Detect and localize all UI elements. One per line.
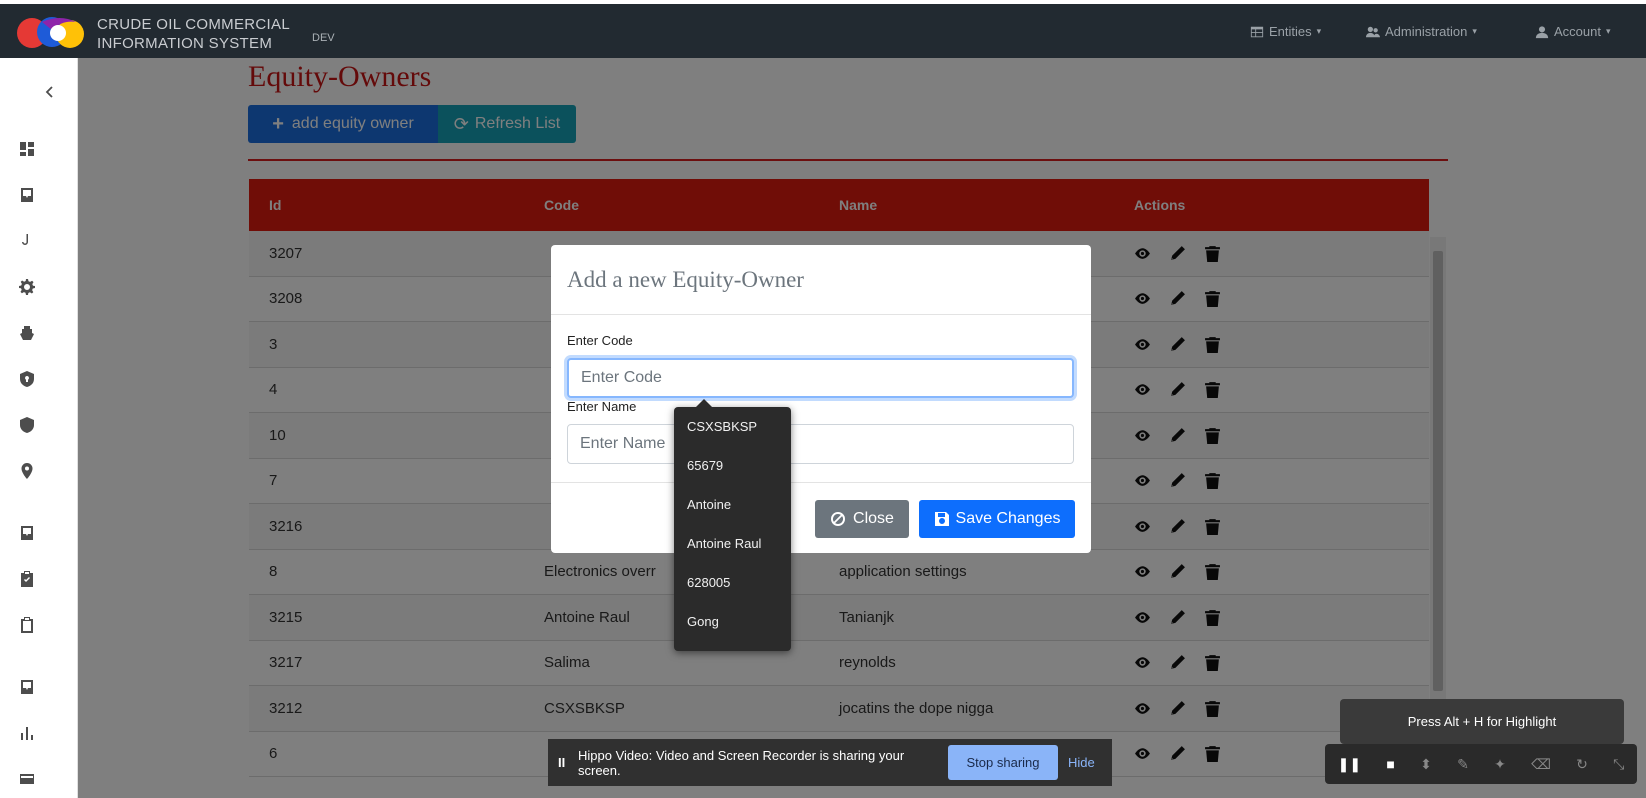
- autocomplete-item[interactable]: Gong: [674, 612, 791, 651]
- code-input[interactable]: [567, 358, 1074, 398]
- caret-down-icon: ▾: [1605, 26, 1611, 36]
- modal-body: Enter Code Enter Name: [551, 315, 1091, 483]
- chevron-left-icon[interactable]: [41, 83, 59, 101]
- bulb-icon[interactable]: ✦: [1494, 756, 1506, 773]
- card-icon[interactable]: [18, 770, 36, 788]
- name-label: Enter Name: [567, 399, 637, 414]
- clipboard-check-icon[interactable]: [18, 570, 36, 588]
- user-icon: [1535, 25, 1549, 38]
- brand-line-2: INFORMATION SYSTEM: [97, 35, 273, 52]
- eraser-icon[interactable]: ⌫: [1531, 756, 1551, 773]
- menu-administration-label: Administration: [1385, 24, 1468, 39]
- menu-administration[interactable]: Administration ▾: [1366, 24, 1477, 39]
- autocomplete-dropdown: CSXSBKSP 65679 Antoine Antoine Raul 628005 Go…: [674, 399, 791, 651]
- menu-entities[interactable]: Entities ▾: [1250, 24, 1321, 39]
- inbox-download-icon[interactable]: [18, 678, 36, 696]
- stop-sharing-button[interactable]: Stop sharing: [948, 745, 1058, 780]
- mouse-icon[interactable]: ⬍: [1420, 756, 1432, 773]
- recording-toolbar: ❚❚ ■ ⬍ ✎ ✦ ⌫ ↻ ⤡: [1325, 744, 1637, 784]
- bar-chart-icon[interactable]: [18, 724, 36, 742]
- screen-sharing-bar: II Hippo Video: Video and Screen Recorde…: [548, 739, 1112, 786]
- close-button[interactable]: Close: [815, 500, 909, 538]
- modal-header: Add a new Equity-Owner: [551, 245, 1091, 315]
- code-label: Enter Code: [567, 333, 633, 348]
- table-icon: [1250, 26, 1264, 37]
- company-logo[interactable]: [12, 12, 94, 54]
- sidebar: [0, 58, 78, 798]
- pen-icon[interactable]: ✎: [1457, 756, 1469, 773]
- pause-icon[interactable]: II: [558, 755, 570, 770]
- clipboard-icon[interactable]: [18, 616, 36, 634]
- caret-down-icon: ▾: [1316, 26, 1322, 36]
- add-equity-owner-modal: Add a new Equity-Owner Enter Code Enter …: [551, 245, 1091, 553]
- autocomplete-item[interactable]: Antoine: [674, 495, 791, 534]
- location-pin-icon[interactable]: [18, 462, 36, 480]
- menu-account-label: Account: [1554, 24, 1601, 39]
- inbox-icon[interactable]: [18, 186, 36, 204]
- shield-lock-icon[interactable]: [18, 370, 36, 388]
- menu-account[interactable]: Account ▾: [1535, 24, 1611, 39]
- close-label: Close: [853, 510, 894, 527]
- highlight-hint: Press Alt + H for Highlight: [1340, 699, 1624, 744]
- sharing-message: Hippo Video: Video and Screen Recorder i…: [578, 747, 905, 778]
- hook-icon[interactable]: [18, 232, 36, 250]
- caret-down-icon: ▾: [1472, 26, 1477, 36]
- brand-line-1: CRUDE OIL COMMERCIAL: [97, 16, 290, 33]
- reset-icon[interactable]: ↻: [1576, 756, 1588, 773]
- name-input[interactable]: [567, 424, 1074, 464]
- app-window: CRUDE OIL COMMERCIAL INFORMATION SYSTEM …: [0, 0, 1646, 798]
- shield-icon[interactable]: [18, 416, 36, 434]
- dashboard-icon[interactable]: [18, 140, 36, 158]
- menu-entities-label: Entities: [1269, 24, 1312, 39]
- gear-icon[interactable]: [18, 278, 36, 296]
- users-icon: [1366, 26, 1380, 37]
- top-navbar: CRUDE OIL COMMERCIAL INFORMATION SYSTEM …: [0, 4, 1646, 58]
- floppy-disk-icon: [934, 512, 949, 526]
- autocomplete-item[interactable]: Antoine Raul: [674, 534, 791, 573]
- autocomplete-item[interactable]: CSXSBKSP: [674, 417, 791, 456]
- minimize-icon[interactable]: ⤡: [1613, 756, 1624, 773]
- pause-icon[interactable]: ❚❚: [1338, 756, 1361, 773]
- ban-icon: [831, 512, 846, 526]
- stop-icon[interactable]: ■: [1386, 756, 1394, 772]
- ship-icon[interactable]: [18, 324, 36, 342]
- hide-link[interactable]: Hide: [1068, 755, 1095, 770]
- autocomplete-item[interactable]: 628005: [674, 573, 791, 612]
- modal-title: Add a new Equity-Owner: [567, 267, 804, 292]
- autocomplete-item[interactable]: 65679: [674, 456, 791, 495]
- save-changes-label: Save Changes: [955, 510, 1061, 527]
- modal-footer: Close Save Changes: [551, 483, 1091, 552]
- brand-name: CRUDE OIL COMMERCIAL INFORMATION SYSTEM: [97, 15, 290, 53]
- environment-badge: DEV: [312, 32, 335, 44]
- save-changes-button[interactable]: Save Changes: [919, 500, 1075, 538]
- inbox-download-icon[interactable]: [18, 524, 36, 542]
